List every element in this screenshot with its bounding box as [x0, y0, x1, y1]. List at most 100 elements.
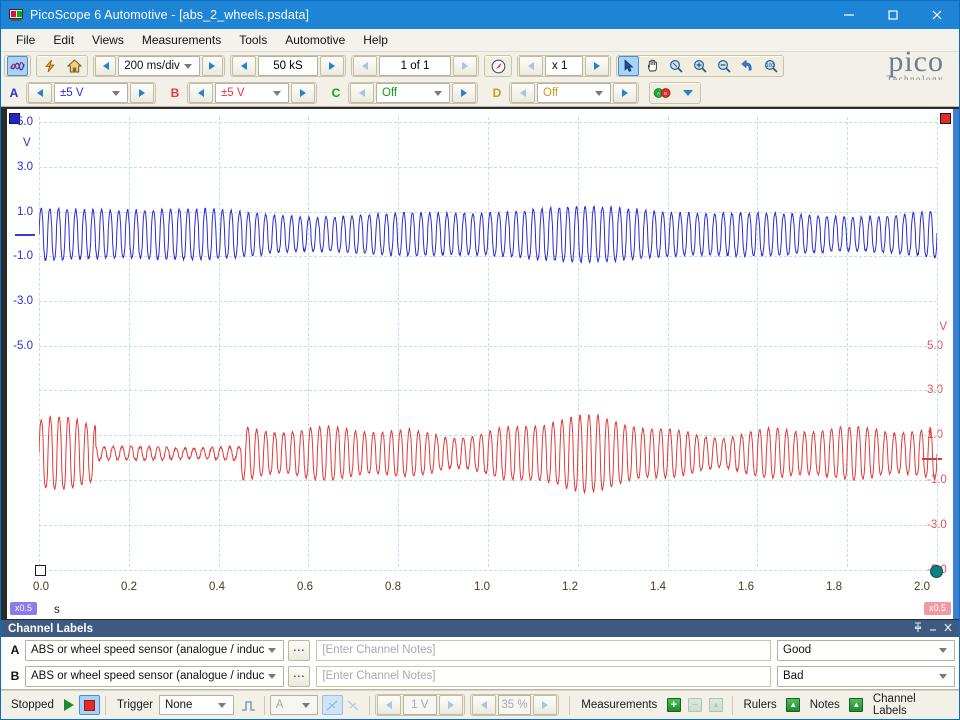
channel-a-range-prev[interactable] — [28, 83, 52, 103]
zoom-factor-next-button[interactable] — [585, 56, 609, 76]
zoom-tag-right[interactable]: x0.5 — [923, 602, 951, 615]
samples-prev-button[interactable] — [232, 56, 256, 76]
falling-edge-icon[interactable] — [343, 695, 364, 715]
magnifier-minus-icon[interactable] — [713, 56, 734, 76]
home-button[interactable] — [64, 56, 85, 76]
maximize-button[interactable] — [871, 1, 915, 29]
channel-c-range-combo[interactable]: Off — [376, 83, 450, 103]
pretrigger-value[interactable]: 35 % — [497, 695, 532, 715]
channel-a-range-value: ±5 V — [60, 87, 84, 99]
y-left-tick-n5: -5.0 — [13, 340, 33, 352]
magnifier-select-icon[interactable] — [666, 56, 687, 76]
channel-b-range-combo[interactable]: ±5 V — [215, 83, 289, 103]
scope-mode-button[interactable] — [7, 56, 28, 76]
trigger-marker[interactable] — [35, 565, 46, 576]
waveform-next-button[interactable] — [453, 56, 477, 76]
trigger-pulse-icon[interactable] — [238, 695, 259, 715]
trigger-mode-combo[interactable]: None — [158, 695, 234, 715]
arrow-cursor-icon[interactable] — [618, 56, 640, 76]
minimize-pane-icon[interactable] — [925, 622, 940, 636]
pretrigger-next[interactable] — [533, 695, 558, 715]
magnifier-plus-icon[interactable] — [689, 56, 710, 76]
trigger-level-next[interactable] — [438, 695, 463, 715]
trigger-level-prev[interactable] — [376, 695, 401, 715]
timebase-next-button[interactable] — [201, 56, 223, 76]
channel-c-range-next[interactable] — [452, 83, 476, 103]
hand-icon[interactable] — [642, 56, 663, 76]
samples-value[interactable]: 50 kS — [258, 56, 318, 76]
waveform-prev-button[interactable] — [353, 56, 377, 76]
channel-a-range-combo[interactable]: ±5 V — [54, 83, 128, 103]
channel-label-row-a: A ABS or wheel speed sensor (analogue / … — [1, 637, 959, 663]
channel-d-selector[interactable]: D — [487, 82, 507, 104]
rising-edge-icon[interactable] — [321, 695, 343, 715]
plot-area[interactable] — [39, 117, 938, 571]
channel-b-selector[interactable]: B — [165, 82, 185, 104]
timebase-combo[interactable]: 200 ms/div — [118, 56, 200, 76]
channel-b-range-prev[interactable] — [189, 83, 213, 103]
title-bar: PicoScope 6 Automotive - [abs_2_wheels.p… — [1, 1, 959, 29]
panel-icon: ▲ — [849, 698, 864, 712]
channel-b-range-next[interactable] — [291, 83, 315, 103]
trigger-level-value[interactable]: 1 V — [402, 695, 437, 715]
channel-d-range-combo[interactable]: Off — [537, 83, 611, 103]
pin-icon[interactable] — [910, 621, 925, 636]
menu-views[interactable]: Views — [83, 31, 133, 49]
samples-next-button[interactable] — [320, 56, 344, 76]
measurement-add-button[interactable]: + — [663, 695, 684, 715]
waveform-nav-group: 1 of 1 — [351, 55, 479, 77]
zoom-factor-prev-button[interactable] — [519, 56, 543, 76]
magnifier-100-icon[interactable]: 100 — [761, 56, 782, 76]
main-toolbar: 200 ms/div 50 kS 1 of 1 x 1 100 pico Tec… — [1, 46, 959, 83]
menu-tools[interactable]: Tools — [230, 31, 276, 49]
row-b-verdict-combo[interactable]: Bad — [777, 665, 955, 687]
rulers-panel-button[interactable]: ▲ — [783, 695, 804, 715]
pretrigger-prev[interactable] — [471, 695, 496, 715]
row-b-browse-button[interactable]: ⋯ — [288, 665, 311, 687]
row-a-verdict-combo[interactable]: Good — [777, 639, 955, 661]
channel-c-selector[interactable]: C — [326, 82, 346, 104]
close-pane-icon[interactable] — [940, 622, 955, 636]
post-trigger-marker[interactable] — [930, 565, 943, 578]
menu-file[interactable]: File — [7, 31, 44, 49]
measurement-panel-button[interactable]: ▲ — [705, 695, 726, 715]
undo-arrow-icon[interactable] — [737, 56, 758, 76]
minimize-button[interactable] — [827, 1, 871, 29]
row-b-label-combo[interactable]: ABS or wheel speed sensor (analogue / in… — [25, 665, 285, 687]
row-a-label-combo[interactable]: ABS or wheel speed sensor (analogue / in… — [25, 639, 285, 661]
menu-automotive[interactable]: Automotive — [276, 31, 354, 49]
channel-d-range-prev[interactable] — [511, 83, 535, 103]
channel-c-range-prev[interactable] — [350, 83, 374, 103]
channel-ab-dropdown[interactable] — [677, 83, 698, 103]
measurement-remove-button[interactable]: − — [684, 695, 705, 715]
menu-edit[interactable]: Edit — [44, 31, 83, 49]
plus-icon: + — [666, 698, 681, 712]
channel-a-range-next[interactable] — [130, 83, 154, 103]
compass-icon[interactable] — [488, 56, 509, 76]
timebase-prev-button[interactable] — [95, 56, 117, 76]
app-icon — [8, 7, 24, 23]
menu-help[interactable]: Help — [354, 31, 397, 49]
close-button[interactable] — [915, 1, 959, 29]
stop-button[interactable] — [78, 695, 100, 715]
notes-panel-button[interactable]: ▲ — [846, 695, 867, 715]
quickguide-button[interactable] — [39, 56, 60, 76]
menu-measurements[interactable]: Measurements — [133, 31, 230, 49]
trigger-source-combo[interactable]: A — [269, 695, 318, 715]
scope-canvas[interactable]: 5.0 V 3.0 1.0 -1.0 -3.0 -5.0 V 5.0 3.0 1… — [1, 109, 959, 619]
channel-b-offset-marker[interactable] — [940, 113, 951, 124]
start-button[interactable] — [60, 695, 79, 715]
zoom-tag-left[interactable]: x0.5 — [10, 602, 38, 615]
channel-a-selector[interactable]: A — [4, 82, 24, 104]
zoom-factor-value[interactable]: x 1 — [545, 56, 583, 76]
channel-d-range-next[interactable] — [613, 83, 637, 103]
channel-a-zero-level[interactable] — [15, 234, 35, 236]
row-a-browse-button[interactable]: ⋯ — [288, 639, 311, 661]
x-tick-4: 0.8 — [385, 581, 401, 593]
channel-ab-icon[interactable]: AB — [652, 83, 673, 103]
row-b-notes-input[interactable]: [Enter Channel Notes] — [316, 665, 771, 687]
channel-b-range-value: ±5 V — [221, 87, 245, 99]
chevron-down-icon — [112, 90, 120, 96]
scope-view[interactable]: 5.0 V 3.0 1.0 -1.0 -3.0 -5.0 V 5.0 3.0 1… — [1, 107, 959, 620]
row-a-notes-input[interactable]: [Enter Channel Notes] — [316, 639, 771, 661]
